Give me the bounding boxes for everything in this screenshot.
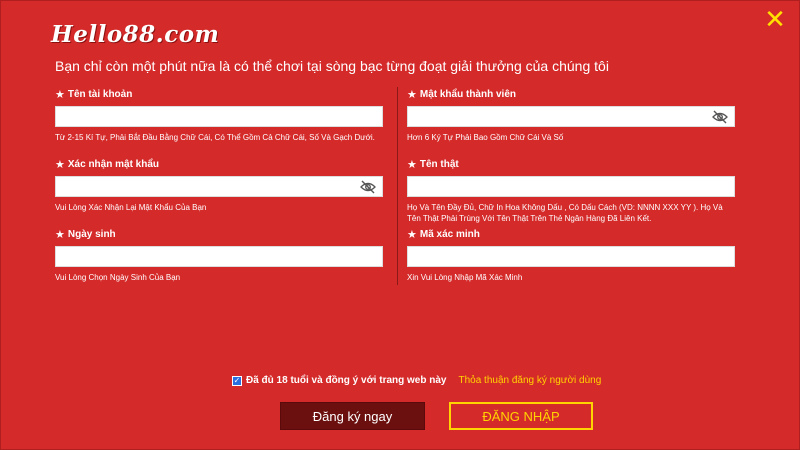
dob-label: Ngày sinh (67, 229, 116, 240)
username-input[interactable] (56, 107, 382, 127)
captcha-hint: Xin Vui Lòng Nhập Mã Xác Minh (407, 273, 523, 282)
username-label: Tên tài khoản (67, 89, 133, 100)
captcha-input-box (407, 246, 735, 267)
real-name-field-group: ★ Tên thật Họ Và Tên Đầy Đủ, Chữ In Hoa … (407, 158, 737, 224)
password-hint: Hơn 6 Ký Tự Phải Bao Gồm Chữ Cái Và Số (407, 133, 564, 142)
real-name-label: Tên thật (419, 159, 459, 170)
star-icon: ★ (55, 89, 65, 101)
column-divider (397, 87, 398, 285)
dob-field-group: ★ Ngày sinh Vui Lòng Chọn Ngày Sinh Của … (55, 228, 385, 283)
confirm-password-label: Xác nhận mật khẩu (67, 159, 160, 170)
password-input-box (407, 106, 735, 127)
confirm-password-input-box (55, 176, 383, 197)
confirm-password-field-group: ★ Xác nhận mật khẩu Vui Lòng Xác Nhận Lạ… (55, 158, 385, 213)
eye-off-icon[interactable] (360, 180, 376, 194)
confirm-password-input[interactable] (56, 177, 382, 197)
eye-off-icon[interactable] (712, 110, 728, 124)
real-name-input-box (407, 176, 735, 197)
star-icon: ★ (407, 159, 417, 171)
username-hint: Từ 2-15 Kí Tự, Phải Bắt Đầu Bằng Chữ Cái… (55, 133, 375, 142)
register-button[interactable]: Đăng ký ngay (280, 402, 425, 430)
captcha-label: Mã xác minh (419, 229, 480, 240)
real-name-input[interactable] (408, 177, 734, 197)
captcha-input[interactable] (408, 247, 734, 267)
dob-input-box (55, 246, 383, 267)
brand-logo: Hello88.com (51, 21, 220, 48)
registration-modal: Hello88.com ✕ Bạn chỉ còn một phút nữa l… (0, 0, 800, 450)
dob-input[interactable] (56, 247, 382, 267)
confirm-password-hint: Vui Lòng Xác Nhận Lại Mật Khẩu Của Bạn (55, 203, 207, 212)
username-input-box (55, 106, 383, 127)
agreement-text: Đã đủ 18 tuổi và đồng ý với trang web nà… (246, 375, 447, 386)
password-label: Mật khẩu thành viên (419, 89, 516, 100)
real-name-hint: Họ Và Tên Đầy Đủ, Chữ In Hoa Không Dấu ,… (407, 203, 723, 223)
user-agreement-link[interactable]: Thỏa thuận đăng ký người dùng (458, 375, 601, 386)
close-icon[interactable]: ✕ (761, 5, 789, 33)
captcha-field-group: ★ Mã xác minh Xin Vui Lòng Nhập Mã Xác M… (407, 228, 737, 283)
agreement-checkbox[interactable]: ✓ (232, 375, 242, 386)
agreement-row: ✓ Đã đủ 18 tuổi và đồng ý với trang web … (232, 375, 601, 386)
login-button[interactable]: ĐĂNG NHẬP (449, 402, 593, 430)
star-icon: ★ (55, 159, 65, 171)
username-field-group: ★ Tên tài khoản Từ 2-15 Kí Tự, Phải Bắt … (55, 88, 385, 143)
dob-hint: Vui Lòng Chọn Ngày Sinh Của Bạn (55, 273, 181, 282)
star-icon: ★ (407, 89, 417, 101)
password-field-group: ★ Mật khẩu thành viên Hơn 6 Ký Tự Phải B… (407, 88, 737, 143)
password-input[interactable] (408, 107, 734, 127)
star-icon: ★ (55, 229, 65, 241)
modal-subtitle: Bạn chỉ còn một phút nữa là có thể chơi … (55, 58, 609, 74)
star-icon: ★ (407, 229, 417, 241)
